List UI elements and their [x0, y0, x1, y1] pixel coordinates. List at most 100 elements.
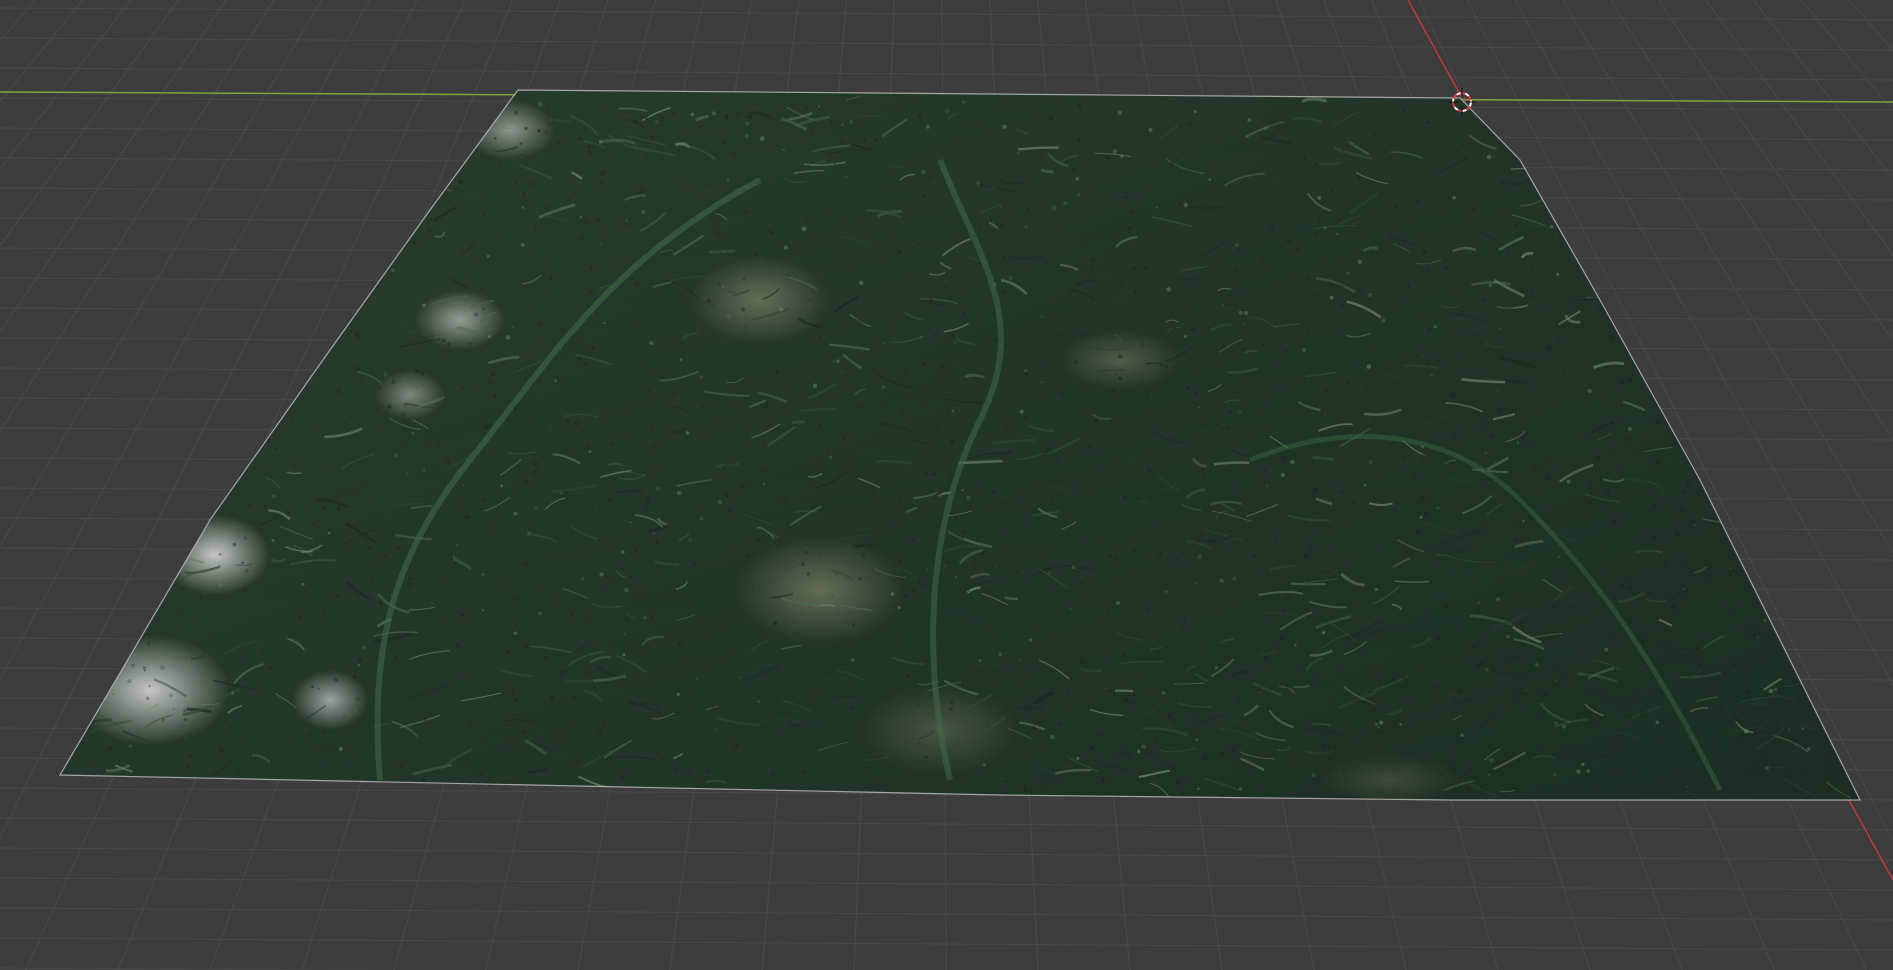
terrain-texture-dot	[1033, 210, 1036, 213]
terrain-texture-dot	[1174, 557, 1179, 562]
terrain-texture-dot	[1555, 202, 1558, 205]
terrain-texture-dot	[901, 408, 905, 412]
terrain-texture-dot	[1398, 742, 1403, 746]
terrain-texture-dot	[1096, 539, 1101, 544]
terrain-texture-dot	[513, 631, 518, 636]
terrain-texture-dot	[1801, 727, 1804, 730]
terrain-texture-dot	[1046, 446, 1051, 451]
terrain-texture-dot	[1099, 467, 1103, 471]
terrain-texture-dot	[1071, 565, 1076, 569]
terrain-texture-dot	[1767, 400, 1772, 405]
terrain-texture-dot	[1550, 300, 1554, 303]
terrain-texture-dot	[1478, 608, 1480, 610]
terrain-texture-dot	[1436, 506, 1440, 510]
terrain-texture-dot	[1377, 679, 1382, 684]
terrain-texture-dot	[1298, 673, 1300, 675]
terrain-texture-dot	[921, 170, 926, 175]
terrain-texture-dot	[1729, 121, 1734, 126]
terrain-texture-dot	[717, 499, 723, 505]
terrain-texture-dot	[1069, 514, 1072, 517]
terrain-texture-dot	[1702, 473, 1704, 475]
terrain-texture-dot	[1492, 367, 1495, 371]
terrain-texture-dot	[1539, 282, 1543, 286]
terrain-texture-dot	[1185, 386, 1191, 391]
terrain-texture-dot	[1541, 749, 1545, 753]
terrain-texture-dot	[1003, 790, 1008, 796]
terrain-texture-dot	[1731, 434, 1737, 439]
terrain-texture-dot	[1611, 631, 1616, 636]
terrain-texture-dot	[171, 200, 177, 205]
terrain-texture-dot	[288, 173, 293, 179]
terrain-texture-dot	[1805, 171, 1808, 174]
terrain-texture-dot	[1131, 700, 1136, 705]
terrain-texture-dot	[814, 232, 818, 236]
terrain-texture-dot	[303, 590, 307, 593]
ridge-stroke	[1857, 713, 1860, 717]
terrain-texture-dot	[1302, 521, 1306, 525]
terrain-texture-dot	[963, 164, 967, 167]
viewport-canvas[interactable]	[0, 0, 1893, 970]
ridge-stroke	[115, 248, 151, 262]
terrain-texture-dot	[805, 216, 810, 221]
terrain-texture-dot	[1153, 739, 1158, 744]
terrain-texture-dot	[1121, 652, 1127, 657]
grid-line	[0, 937, 1893, 951]
terrain-texture-dot	[1545, 475, 1550, 480]
terrain-texture-dot	[648, 749, 650, 751]
terrain-texture-dot	[499, 514, 502, 517]
ridge-stroke	[756, 792, 766, 799]
terrain-texture-dot	[1606, 608, 1610, 612]
ridge-stroke	[1734, 266, 1748, 273]
terrain-texture-dot	[1580, 222, 1583, 225]
terrain-texture-dot	[229, 226, 231, 228]
terrain-texture-dot	[221, 258, 223, 261]
ridge-stroke	[1727, 170, 1770, 178]
ridge-stroke	[1652, 239, 1672, 246]
terrain-texture-dot	[1191, 714, 1195, 718]
terrain-texture-dot	[148, 596, 151, 599]
terrain-texture-dot	[1838, 472, 1843, 477]
terrain-texture-dot	[474, 337, 476, 339]
terrain-texture-dot	[290, 420, 293, 422]
terrain-texture-dot	[1316, 677, 1321, 682]
terrain-texture-dot	[1854, 655, 1858, 659]
terrain-texture-dot	[1412, 472, 1417, 478]
terrain-texture-dot	[1554, 680, 1557, 683]
terrain-texture-dot	[1429, 373, 1434, 377]
terrain-texture-dot	[858, 280, 864, 286]
terrain-texture-dot	[262, 679, 265, 682]
terrain-texture-dot	[1285, 124, 1289, 128]
terrain-texture-dot	[788, 722, 792, 725]
terrain-texture-dot	[338, 746, 343, 751]
terrain-texture-dot	[1547, 346, 1552, 351]
terrain-texture-dot	[1080, 245, 1083, 247]
terrain-texture-dot	[757, 700, 760, 704]
ridge-stroke	[1801, 105, 1818, 109]
3d-viewport[interactable]	[0, 0, 1893, 970]
terrain-texture-dot	[348, 669, 351, 672]
terrain-texture-dot	[1140, 768, 1144, 773]
terrain-texture-dot	[153, 221, 156, 224]
ridge-stroke	[186, 489, 229, 504]
terrain-texture-dot	[559, 670, 565, 675]
ridge-stroke	[1784, 380, 1812, 388]
terrain-texture-dot	[334, 678, 339, 682]
terrain-texture-dot	[711, 216, 715, 220]
terrain-texture-dot	[213, 194, 219, 199]
terrain-texture-dot	[1492, 135, 1495, 137]
terrain-texture-dot	[237, 312, 243, 318]
terrain-texture-dot	[1588, 486, 1593, 490]
terrain-texture-dot	[1002, 124, 1007, 129]
terrain-texture-dot	[1363, 483, 1367, 487]
terrain-texture-dot	[1471, 207, 1475, 211]
terrain-texture-dot	[963, 310, 967, 314]
terrain-texture-dot	[138, 346, 140, 348]
terrain-texture-dot	[1750, 513, 1753, 516]
terrain-texture-dot	[1023, 702, 1027, 706]
terrain-texture-dot	[944, 108, 950, 114]
terrain-texture-dot	[422, 716, 428, 722]
terrain-texture-dot	[133, 653, 138, 657]
terrain-texture-dot	[1162, 134, 1164, 137]
terrain-texture-dot	[301, 582, 305, 586]
ridge-stroke	[1723, 445, 1751, 460]
